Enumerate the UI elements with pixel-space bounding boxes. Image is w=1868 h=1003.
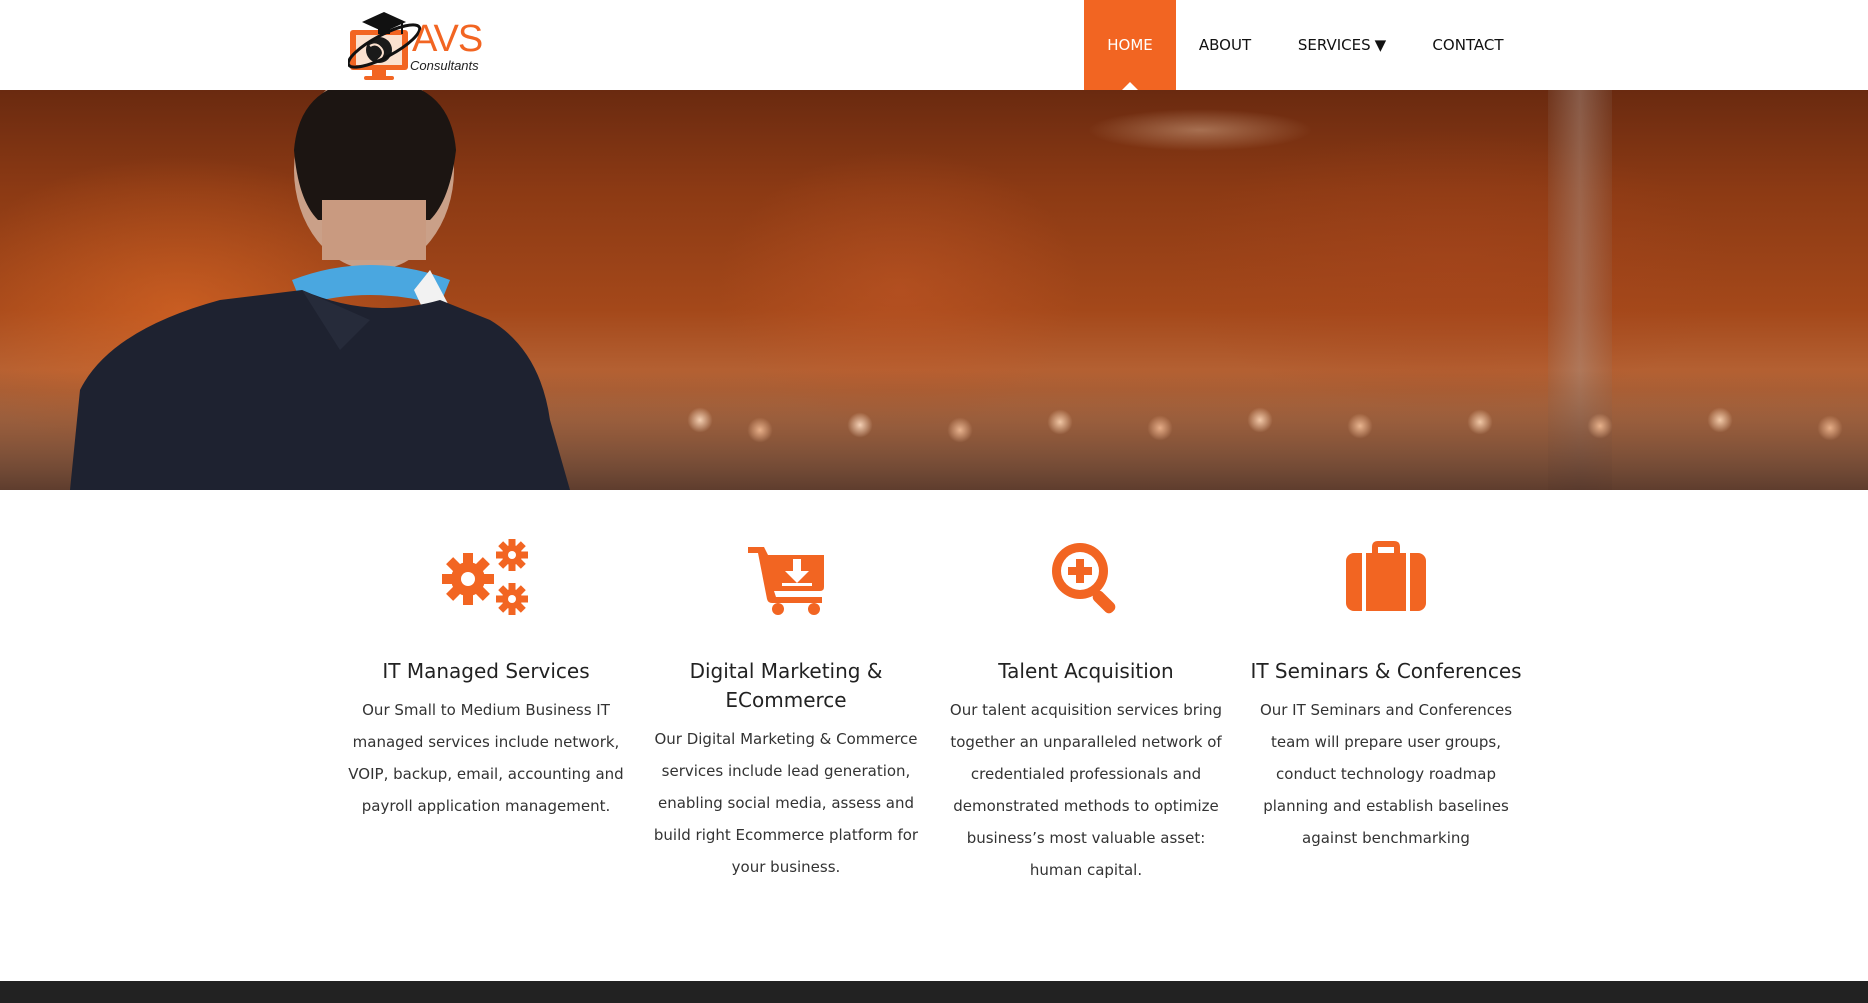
nav-home-label: HOME [1107, 36, 1153, 54]
service-title: IT Seminars & Conferences [1250, 659, 1522, 683]
services-section: IT Managed Services Our Small to Medium … [336, 535, 1536, 915]
nav-about[interactable]: ABOUT [1176, 0, 1274, 90]
nav-about-label: ABOUT [1198, 36, 1252, 54]
service-description: Our Small to Medium Business IT managed … [348, 701, 624, 815]
nav-contact[interactable]: CONTACT [1410, 0, 1526, 90]
nav-home[interactable]: HOME [1084, 0, 1176, 90]
briefcase-icon [1346, 541, 1426, 611]
service-description: Our IT Seminars and Conferences team wil… [1259, 701, 1513, 847]
service-description: Our talent acquisition services bring to… [949, 701, 1223, 879]
service-title: IT Managed Services [382, 659, 590, 683]
service-card-talent-acquisition: Talent Acquisition Our talent acquisitio… [936, 535, 1236, 886]
service-card-it-seminars: IT Seminars & Conferences Our IT Seminar… [1236, 535, 1536, 854]
nav-contact-label: CONTACT [1432, 36, 1504, 54]
logo-text: AVS [412, 18, 483, 60]
speaker-silhouette [70, 90, 570, 490]
shopping-cart-download-icon [748, 547, 824, 615]
logo-subtext: Consultants [410, 58, 479, 73]
triangle-down-icon: ▼ [1374, 36, 1387, 54]
service-title: Talent Acquisition [998, 659, 1174, 683]
nav-services[interactable]: SERVICES ▼ [1274, 0, 1410, 90]
site-logo[interactable]: AVS Consultants [348, 8, 484, 82]
footer-bar [0, 981, 1868, 1003]
site-header: AVS Consultants HOME ABOUT SERVICES ▼ CO… [0, 0, 1868, 90]
main-nav: HOME ABOUT SERVICES ▼ CONTACT [1084, 0, 1526, 90]
magnifier-plus-icon [1052, 543, 1116, 614]
gears-icon [442, 539, 528, 615]
nav-services-label: SERVICES [1297, 36, 1371, 54]
service-description: Our Digital Marketing & Commerce service… [653, 730, 919, 876]
service-card-digital-marketing: Digital Marketing & ECommerce Our Digita… [636, 535, 936, 883]
service-title: Digital Marketing & ECommerce [689, 659, 883, 712]
service-card-it-managed: IT Managed Services Our Small to Medium … [336, 535, 636, 822]
hero-banner [0, 90, 1868, 490]
